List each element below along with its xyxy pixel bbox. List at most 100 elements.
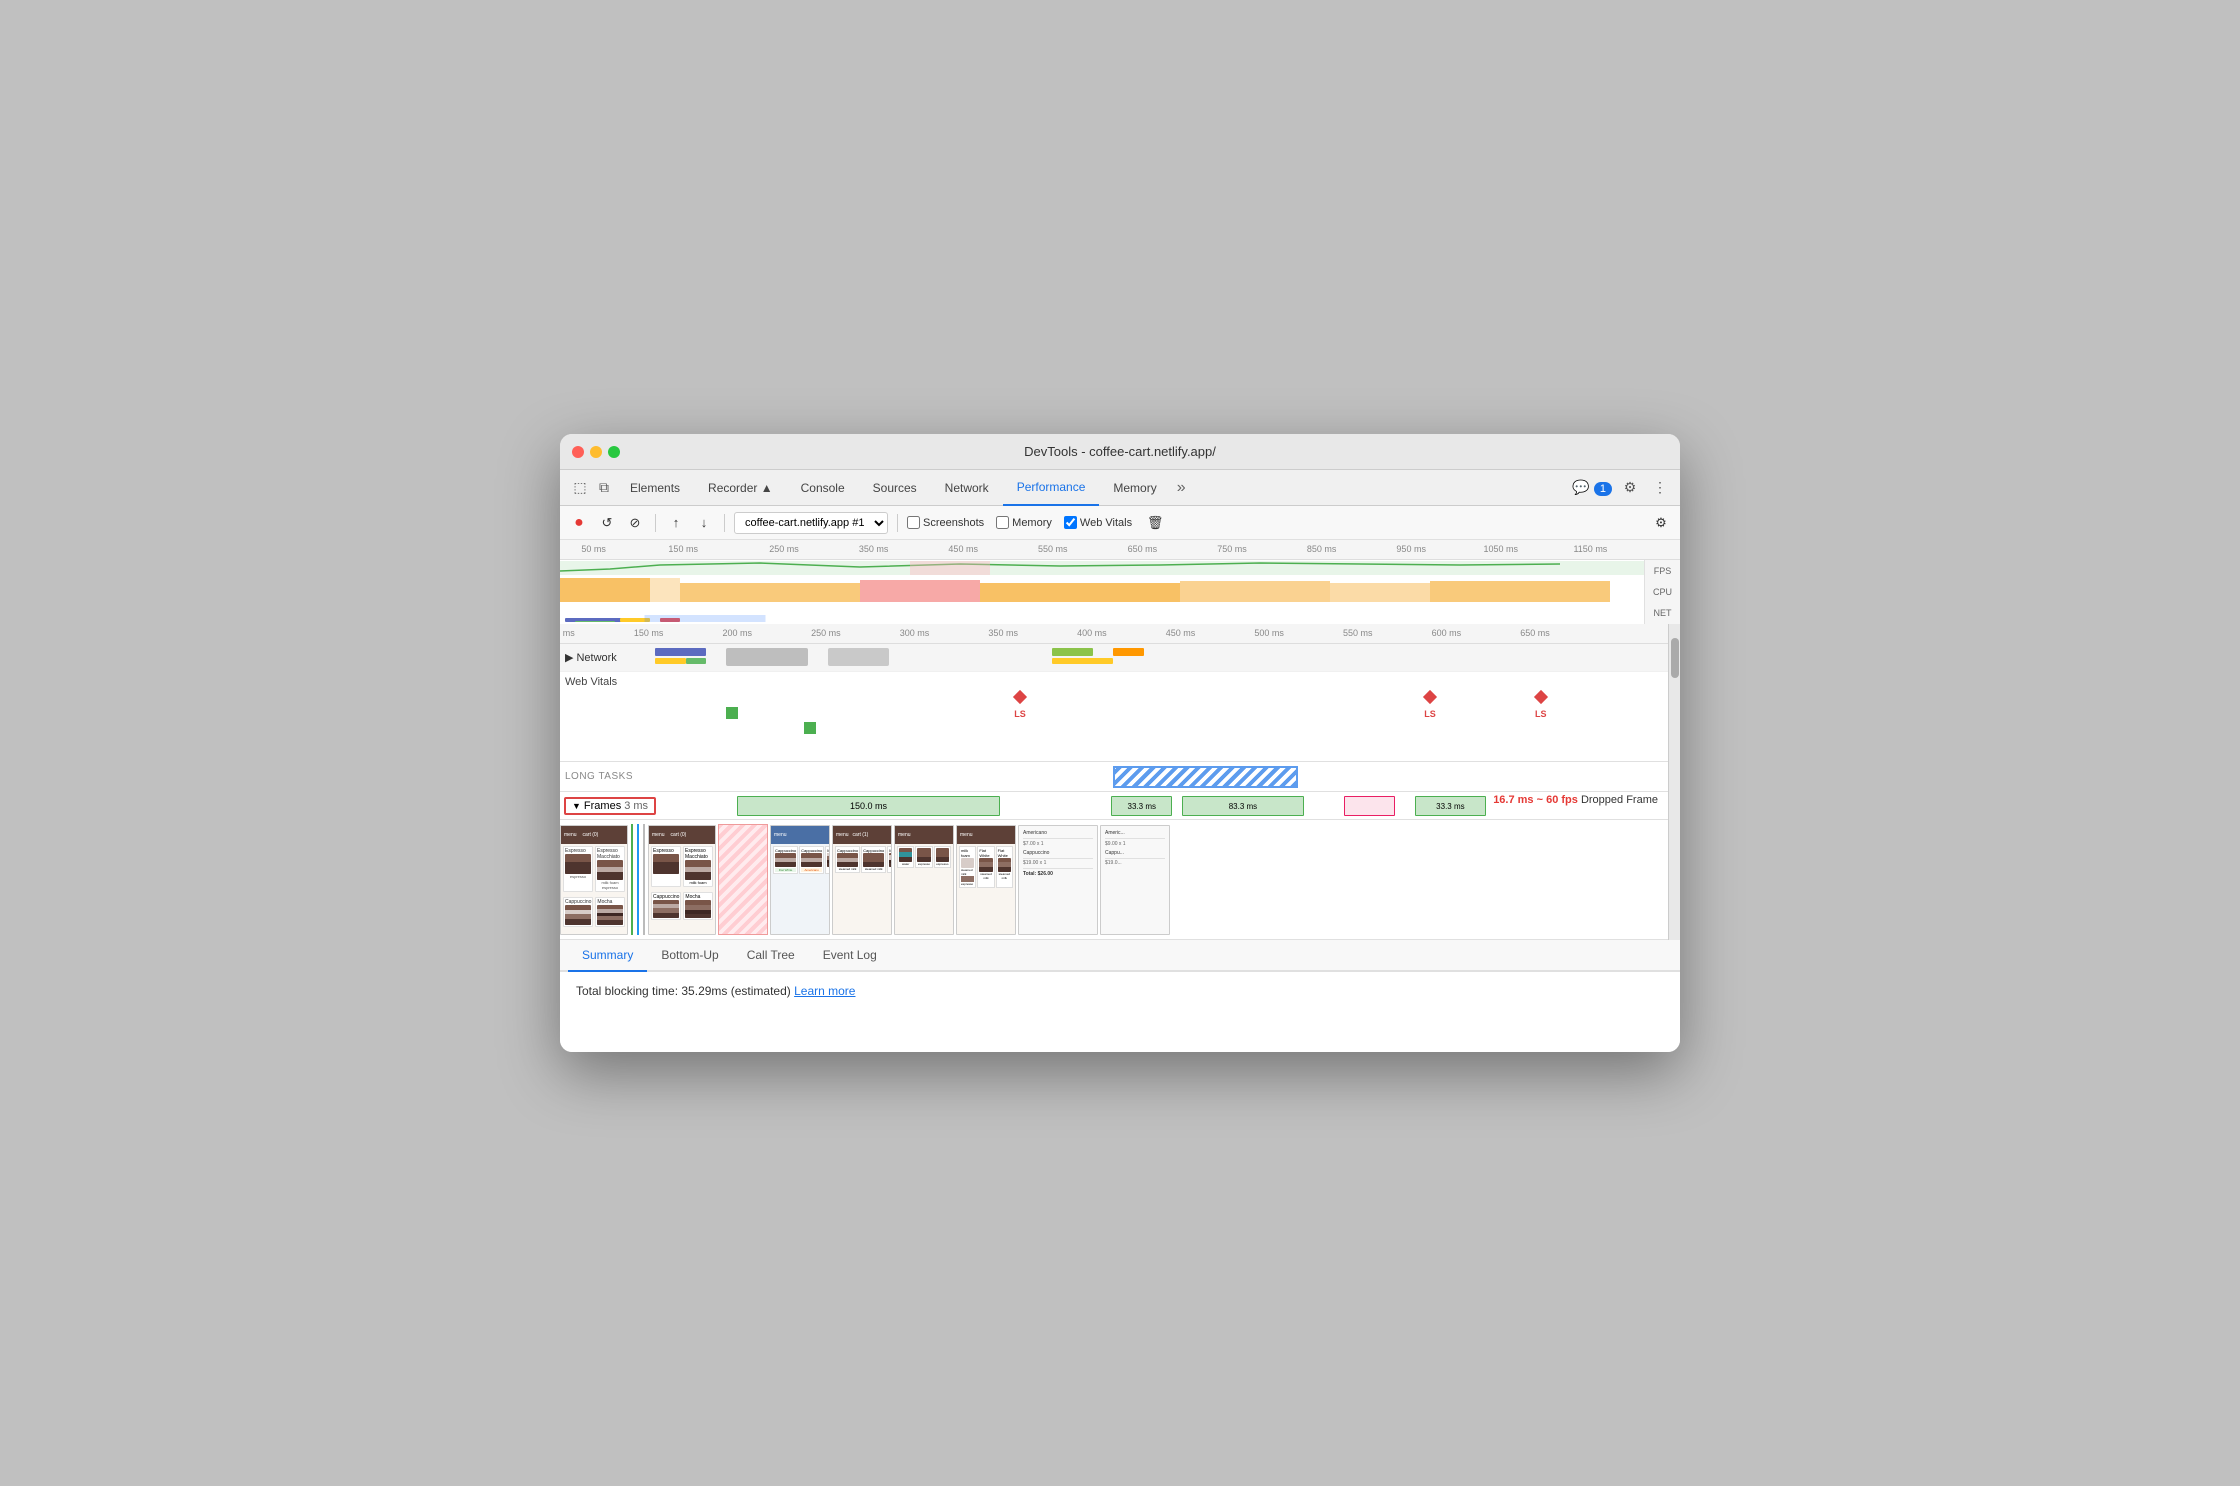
long-tasks-label: LONG TASKS xyxy=(560,771,640,782)
maximize-button[interactable] xyxy=(608,446,620,458)
overview-wrapper: 50 ms 150 ms 250 ms 350 ms 450 ms 550 ms… xyxy=(560,540,1680,624)
ruler-mark: 650 ms xyxy=(1128,544,1158,554)
timeline-ruler: 100 ms 150 ms 200 ms 250 ms 300 ms 350 m… xyxy=(560,624,1668,644)
tab-elements[interactable]: Elements xyxy=(616,470,694,506)
web-vitals-checkbox-label[interactable]: Web Vitals xyxy=(1064,516,1132,529)
web-vitals-label: Web Vitals xyxy=(1080,517,1132,529)
ls-marker-2: LS xyxy=(1424,692,1436,722)
tab-icons-right: 💬 1 ⚙ ⋮ xyxy=(1572,476,1672,500)
reload-button[interactable]: ↺ xyxy=(596,512,618,534)
dropped-frame-label: Dropped Frame xyxy=(1581,794,1658,806)
chat-badge[interactable]: 💬 1 xyxy=(1572,479,1612,497)
tab-performance[interactable]: Performance xyxy=(1003,470,1100,506)
separator3 xyxy=(897,514,898,532)
scrollbar-vertical[interactable] xyxy=(1668,624,1680,940)
tl-ruler-300: 300 ms xyxy=(900,628,930,638)
screenshots-row: menucart (0) Espressoespresso Espresso M… xyxy=(560,820,1668,940)
tab-memory[interactable]: Memory xyxy=(1099,470,1170,506)
frame-block-dropped xyxy=(1344,796,1395,816)
separator2 xyxy=(724,514,725,532)
learn-more-link[interactable]: Learn more xyxy=(794,984,855,998)
tl-ruler-200: 200 ms xyxy=(723,628,753,638)
ls-marker-3: LS xyxy=(1535,692,1547,722)
screenshots-checkbox-label[interactable]: Screenshots xyxy=(907,516,984,529)
tab-network[interactable]: Network xyxy=(931,470,1003,506)
screenshot-4: menucart (1) Cappuccino steamed milk Cap… xyxy=(832,825,892,935)
upload-button[interactable]: ↑ xyxy=(665,512,687,534)
long-task-block xyxy=(1113,766,1298,788)
bottom-tabs: Summary Bottom-Up Call Tree Event Log xyxy=(560,940,1680,972)
screenshot-8: Americ... $9.00 x 1 Cappu... $19.0... xyxy=(1100,825,1170,935)
ruler-mark: 450 ms xyxy=(948,544,978,554)
screenshots-checkbox[interactable] xyxy=(907,516,920,529)
traffic-lights xyxy=(572,446,620,458)
tl-ruler-500: 500 ms xyxy=(1254,628,1284,638)
tl-ruler-150: 150 ms xyxy=(634,628,664,638)
tl-ruler-600: 600 ms xyxy=(1432,628,1462,638)
more-tabs-icon[interactable]: » xyxy=(1171,475,1192,501)
frame-block-3: 83.3 ms xyxy=(1182,796,1303,816)
devtools-tab-bar: ⬚ ⧉ Elements Recorder ▲ Console Sources … xyxy=(560,470,1680,506)
long-task-visual xyxy=(718,824,768,935)
tl-ruler-350: 350 ms xyxy=(988,628,1018,638)
tl-ruler-100: 100 ms xyxy=(560,628,575,638)
tab-sources[interactable]: Sources xyxy=(859,470,931,506)
close-button[interactable] xyxy=(572,446,584,458)
network-label[interactable]: ▶ Network xyxy=(565,651,645,664)
minimize-button[interactable] xyxy=(590,446,602,458)
frame-block-4: 33.3 ms xyxy=(1415,796,1486,816)
toolbar-right: ⚙ xyxy=(1650,512,1672,534)
tab-call-tree[interactable]: Call Tree xyxy=(733,940,809,972)
cls-dot-1 xyxy=(726,707,738,719)
tab-summary[interactable]: Summary xyxy=(568,940,647,972)
toolbar-settings-icon[interactable]: ⚙ xyxy=(1650,512,1672,534)
ruler-mark: 1150 ms xyxy=(1573,544,1607,554)
stop-button[interactable]: ⊘ xyxy=(624,512,646,534)
frames-row: ▼ Frames 3 ms 150.0 ms 33.3 ms 83.3 ms 3… xyxy=(560,792,1668,820)
frames-time: 3 ms xyxy=(624,800,648,812)
badge-count: 1 xyxy=(1594,482,1612,496)
screenshot-1: menucart (0) Espressoespresso Espresso M… xyxy=(560,825,628,935)
ruler-mark: 950 ms xyxy=(1396,544,1426,554)
download-button[interactable]: ↓ xyxy=(693,512,715,534)
ruler-mark: 350 ms xyxy=(859,544,889,554)
checkbox-group: Screenshots Memory Web Vitals 🗑 xyxy=(907,512,1166,534)
settings-icon[interactable]: ⚙ xyxy=(1618,476,1642,500)
dropped-frame-rate: 16.7 ms ~ 60 fps xyxy=(1493,794,1578,806)
tab-bottom-up[interactable]: Bottom-Up xyxy=(647,940,732,972)
tab-recorder[interactable]: Recorder ▲ xyxy=(694,470,787,506)
record-button[interactable]: ● xyxy=(568,512,590,534)
memory-checkbox-label[interactable]: Memory xyxy=(996,516,1052,529)
overview-main: 50 ms 150 ms 250 ms 350 ms 450 ms 550 ms… xyxy=(560,540,1680,624)
window-title: DevTools - coffee-cart.netlify.app/ xyxy=(1024,444,1216,459)
summary-text: Total blocking time: 35.29ms (estimated)… xyxy=(576,984,1664,998)
memory-checkbox[interactable] xyxy=(996,516,1009,529)
more-options-icon[interactable]: ⋮ xyxy=(1648,476,1672,500)
scrollbar-thumb[interactable] xyxy=(1671,638,1679,678)
tab-event-log[interactable]: Event Log xyxy=(809,940,891,972)
tab-console[interactable]: Console xyxy=(787,470,859,506)
frames-label-wrapper: ▼ Frames 3 ms xyxy=(560,797,656,815)
overview-canvas[interactable]: FPS CPU NET xyxy=(560,560,1680,624)
ruler-mark: 850 ms xyxy=(1307,544,1337,554)
tl-ruler-550: 550 ms xyxy=(1343,628,1373,638)
net-label: NET xyxy=(1654,608,1672,618)
inspect-icon[interactable]: ⬚ xyxy=(568,476,592,500)
frame-block-1: 150.0 ms xyxy=(737,796,1000,816)
long-tasks-content xyxy=(640,762,1668,791)
web-vitals-checkbox[interactable] xyxy=(1064,516,1077,529)
frames-content: 150.0 ms 33.3 ms 83.3 ms 33.3 ms 16.7 ms… xyxy=(656,792,1668,819)
frames-label-text: Frames xyxy=(584,800,621,812)
tl-ruler-450: 450 ms xyxy=(1166,628,1196,638)
tl-ruler-400: 400 ms xyxy=(1077,628,1107,638)
device-icon[interactable]: ⧉ xyxy=(592,476,616,500)
ls-marker-1: LS xyxy=(1014,692,1026,722)
devtools-window: DevTools - coffee-cart.netlify.app/ ⬚ ⧉ … xyxy=(560,434,1680,1052)
web-vitals-label: Web Vitals xyxy=(565,676,617,688)
long-tasks-row: LONG TASKS xyxy=(560,762,1668,792)
profile-select[interactable]: coffee-cart.netlify.app #1 xyxy=(734,512,888,534)
screenshot-5: menu water espresso xyxy=(894,825,954,935)
clear-button[interactable]: 🗑 xyxy=(1144,512,1166,534)
screenshot-6: menu milk foamsteamed milkespresso Flat … xyxy=(956,825,1016,935)
network-content xyxy=(645,644,1663,671)
